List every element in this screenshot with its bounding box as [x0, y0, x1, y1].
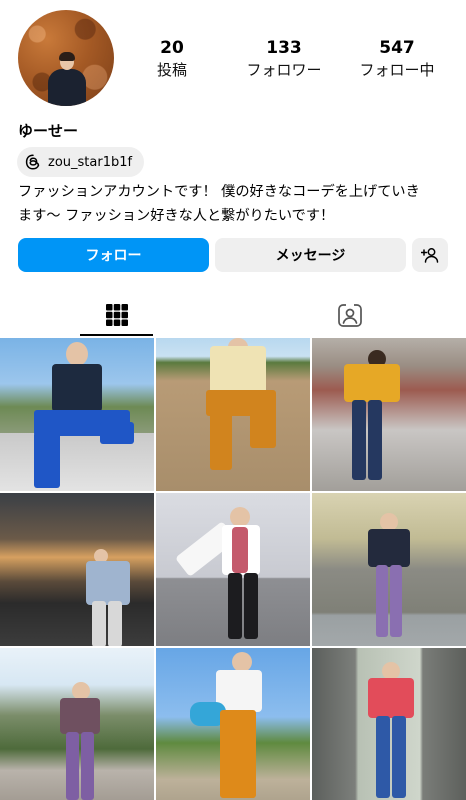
threads-link[interactable]: zou_star1b1f	[17, 147, 145, 177]
post-thumbnail[interactable]	[312, 338, 466, 491]
post-thumbnail[interactable]	[156, 338, 310, 491]
tab-tagged[interactable]	[233, 294, 466, 336]
post-thumbnail[interactable]	[312, 493, 466, 646]
tagged-person-icon	[337, 303, 362, 327]
message-button[interactable]: メッセージ	[215, 238, 406, 272]
suggest-people-button[interactable]	[412, 238, 448, 272]
posts-label: 投稿	[156, 61, 187, 79]
grid-icon	[105, 304, 128, 326]
active-tab-indicator	[80, 334, 153, 336]
follow-button[interactable]: フォロー	[18, 238, 209, 272]
post-thumbnail[interactable]	[0, 493, 154, 646]
profile-tabs	[0, 294, 466, 336]
post-thumbnail[interactable]	[0, 338, 154, 491]
followers-label: フォロワー	[246, 61, 322, 79]
followers-stat[interactable]: 133 フォロワー	[242, 38, 326, 81]
bio-line-2: ます〜 ファッション好きな人と繋がりたいです！	[18, 208, 335, 224]
posts-grid	[0, 338, 466, 800]
profile-username: ゆーせー	[18, 122, 79, 140]
post-thumbnail[interactable]	[312, 648, 466, 800]
threads-handle: zou_star1b1f	[48, 154, 133, 170]
post-thumbnail[interactable]	[156, 493, 310, 646]
threads-icon	[25, 154, 40, 170]
post-thumbnail[interactable]	[0, 648, 154, 800]
following-stat[interactable]: 547 フォロー中	[357, 38, 437, 81]
followers-count: 133	[266, 38, 302, 58]
post-thumbnail[interactable]	[156, 648, 310, 800]
following-count: 547	[379, 38, 415, 58]
add-person-icon	[421, 248, 439, 263]
tab-posts-grid[interactable]	[0, 294, 233, 336]
profile-bio: ファッションアカウントです！ 僕の好きなコーデを上げていき ます〜 ファッション…	[18, 180, 458, 228]
posts-count: 20	[160, 38, 184, 58]
bio-line-1: ファッションアカウントです！ 僕の好きなコーデを上げていき	[18, 184, 420, 200]
posts-stat: 20 投稿	[151, 38, 193, 81]
profile-avatar[interactable]	[18, 10, 114, 106]
following-label: フォロー中	[359, 61, 435, 79]
